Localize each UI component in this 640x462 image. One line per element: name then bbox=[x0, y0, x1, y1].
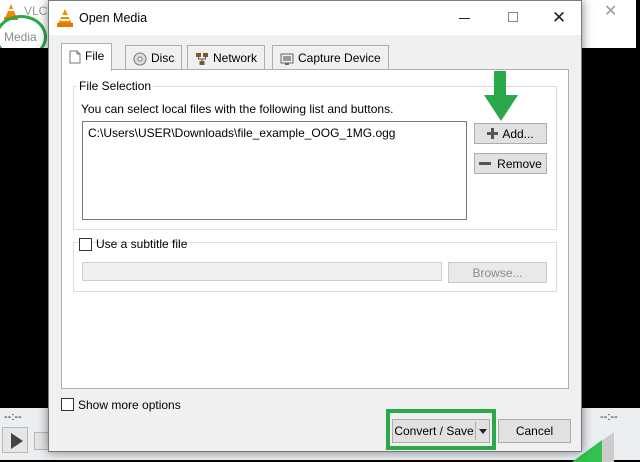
cancel-button[interactable]: Cancel bbox=[498, 419, 571, 443]
file-selection-description: You can select local files with the foll… bbox=[81, 102, 394, 116]
show-more-options-label[interactable]: Show more options bbox=[78, 398, 181, 412]
open-media-dialog: Open Media ✕ File Disc Network Capture D… bbox=[48, 0, 582, 452]
arrow-head bbox=[484, 95, 518, 121]
dialog-title: Open Media bbox=[79, 11, 148, 25]
tab-network[interactable]: Network bbox=[187, 45, 266, 69]
tab-label: Disc bbox=[151, 51, 175, 65]
maximize-button[interactable] bbox=[498, 7, 528, 29]
plus-icon bbox=[487, 128, 499, 139]
show-more-options-checkbox[interactable] bbox=[61, 398, 74, 411]
list-item[interactable]: C:\Users\USER\Downloads\file_example_OOG… bbox=[88, 126, 395, 140]
tab-disc[interactable]: Disc bbox=[125, 45, 183, 69]
tab-label: Network bbox=[213, 51, 258, 65]
subtitle-checkbox-label[interactable]: Use a subtitle file bbox=[96, 237, 187, 251]
tab-label: File bbox=[85, 49, 105, 63]
arrow-shaft bbox=[494, 71, 506, 97]
add-button-label: Add... bbox=[502, 127, 534, 141]
file-selection-title: File Selection bbox=[77, 79, 154, 93]
total-time: --:-- bbox=[600, 411, 618, 423]
minimize-button[interactable] bbox=[449, 7, 479, 29]
tab-label: Capture Device bbox=[298, 51, 381, 65]
add-button-annotation-arrow bbox=[484, 71, 518, 127]
minus-icon bbox=[479, 162, 492, 165]
elapsed-time: --:-- bbox=[4, 411, 22, 423]
disc-icon bbox=[133, 52, 147, 66]
minimize-icon bbox=[458, 17, 470, 19]
file-list[interactable]: C:\Users\USER\Downloads\file_example_OOG… bbox=[82, 121, 467, 220]
play-button[interactable] bbox=[2, 427, 28, 453]
dialog-titlebar: Open Media ✕ bbox=[49, 1, 581, 35]
remove-file-button[interactable]: Remove bbox=[474, 153, 547, 174]
convert-save-annotation-box bbox=[386, 409, 496, 450]
vlc-close-icon[interactable]: ✕ bbox=[604, 1, 617, 21]
file-icon bbox=[69, 50, 81, 64]
capture-device-icon bbox=[280, 53, 294, 65]
close-button[interactable]: ✕ bbox=[544, 7, 574, 29]
network-icon bbox=[196, 52, 208, 65]
remove-button-label: Remove bbox=[497, 157, 542, 171]
browse-subtitle-button: Browse... bbox=[448, 262, 547, 283]
tab-capture-device[interactable]: Capture Device bbox=[272, 45, 389, 69]
subtitle-checkbox[interactable] bbox=[79, 238, 92, 251]
subtitle-path-field bbox=[82, 262, 442, 281]
vlc-cone-icon bbox=[57, 9, 73, 27]
maximize-icon bbox=[508, 12, 518, 22]
tab-file[interactable]: File bbox=[61, 43, 113, 71]
close-icon: ✕ bbox=[551, 8, 567, 27]
